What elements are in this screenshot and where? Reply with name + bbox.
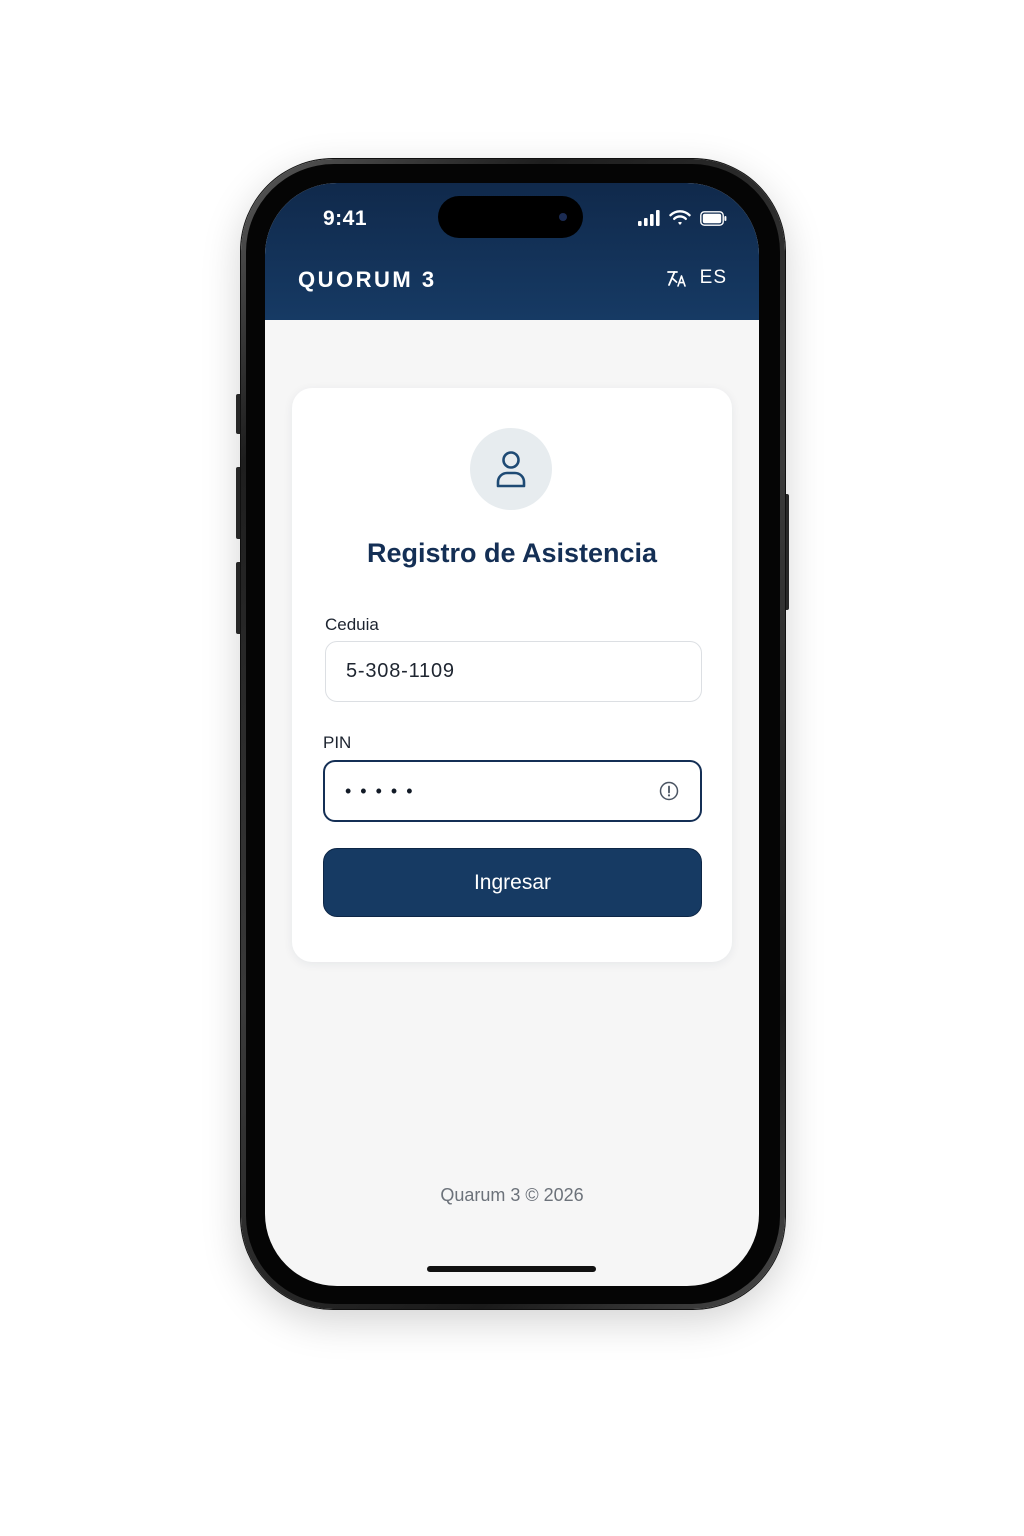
dynamic-island: [438, 196, 583, 238]
wifi-icon: [669, 210, 691, 225]
status-icons: [638, 210, 727, 226]
signal-icon: [638, 210, 660, 226]
submit-label: Ingresar: [473, 870, 552, 894]
language-label: ES: [699, 267, 727, 288]
translate-icon: [666, 271, 686, 287]
pin-masked-value: •••••: [345, 781, 422, 801]
cedula-label: Ceduia: [325, 615, 379, 634]
cedula-value: 5-308-1109: [346, 660, 455, 682]
status-time: 9:41: [323, 207, 368, 230]
app-header: 9:41 QUORUM 3 ES: [265, 183, 759, 320]
pin-input[interactable]: •••••: [323, 760, 702, 822]
camera-dot: [559, 213, 567, 221]
language-selector[interactable]: ES: [666, 267, 727, 289]
eye-toggle-icon[interactable]: [658, 780, 680, 802]
app-title: QUORUM 3: [298, 267, 437, 292]
battery-icon: [700, 210, 727, 226]
page-title: Registro de Asistencia: [366, 538, 658, 568]
phone-screen: 9:41 QUORUM 3 ES Registro de Asistencia …: [265, 183, 759, 1286]
avatar: [470, 428, 552, 510]
submit-button[interactable]: Ingresar: [323, 848, 702, 917]
pin-label: PIN: [323, 733, 352, 752]
home-indicator[interactable]: [427, 1266, 596, 1272]
cedula-input[interactable]: 5-308-1109: [325, 641, 702, 702]
footer-copyright: Quarum 3 © 2026: [440, 1185, 584, 1205]
user-icon: [496, 451, 526, 488]
login-card: Registro de Asistencia Ceduia 5-308-1109…: [292, 388, 732, 962]
